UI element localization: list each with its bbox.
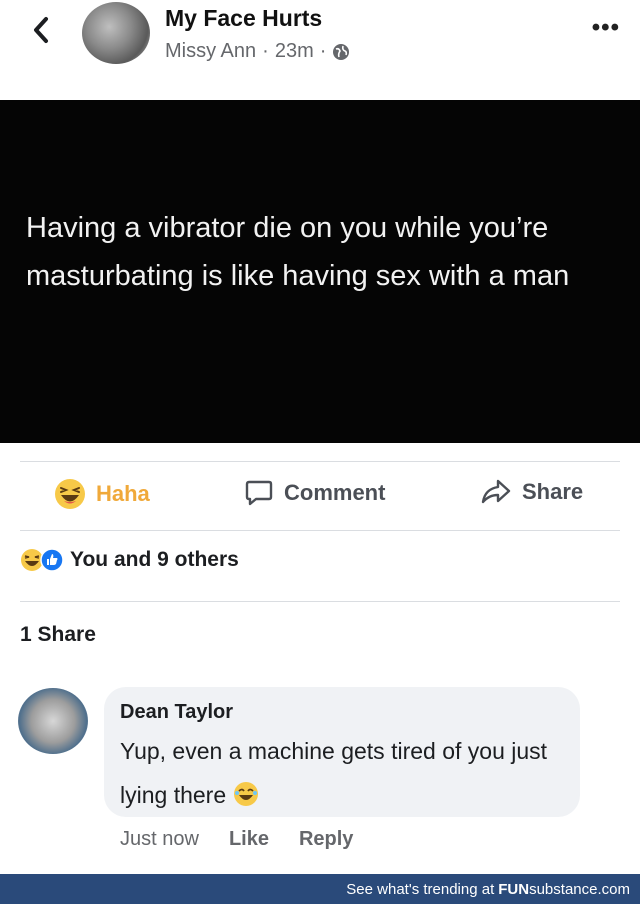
comment-label: Comment: [284, 480, 386, 505]
group-name[interactable]: My Face Hurts: [165, 5, 322, 32]
reactions-text: You and 9 others: [70, 548, 239, 571]
post-text: Having a vibrator die on you while you’r…: [26, 212, 570, 292]
meta-separator: ·: [262, 40, 269, 62]
author-name[interactable]: Missy Ann: [165, 40, 256, 63]
footer-suffix: .com: [597, 880, 630, 898]
share-arrow-icon: [481, 479, 511, 504]
comment-reply-button[interactable]: Reply: [299, 828, 353, 851]
haha-label: Haha: [96, 481, 150, 506]
like-reaction-icon: [40, 548, 64, 572]
comment-body: Yup, even a machine gets tired of you ju…: [120, 738, 548, 808]
footer-prefix: See what's trending at: [346, 880, 495, 898]
comment-like-button[interactable]: Like: [229, 828, 269, 851]
post-time[interactable]: 23m: [275, 40, 314, 63]
footer-brand-light: substance: [529, 880, 598, 898]
back-button[interactable]: [26, 12, 56, 48]
post-image: Having a vibrator die on you while you’r…: [0, 100, 640, 443]
haha-button[interactable]: Haha: [54, 478, 150, 510]
divider: [20, 601, 620, 602]
divider: [20, 530, 620, 531]
post-header: My Face Hurts Missy Ann · 23m · •••: [0, 0, 640, 100]
globe-icon: [333, 43, 350, 60]
comment-bubble: Dean Taylor Yup, even a machine gets tir…: [104, 687, 580, 817]
comment-button[interactable]: Comment: [244, 478, 385, 508]
post-meta: Missy Ann · 23m ·: [165, 40, 350, 63]
reactions-summary[interactable]: You and 9 others: [20, 548, 239, 572]
divider: [20, 461, 620, 462]
comment-meta: Just now Like Reply: [120, 828, 353, 851]
footer-brand-bold: FUN: [498, 880, 530, 898]
commenter-avatar[interactable]: [18, 688, 88, 754]
reaction-icons: [20, 548, 64, 572]
share-button[interactable]: Share: [480, 478, 583, 506]
commenter-name[interactable]: Dean Taylor: [120, 701, 233, 724]
action-bar: Haha Comment Share: [0, 468, 640, 526]
more-options-button[interactable]: •••: [592, 14, 620, 42]
comment-time[interactable]: Just now: [120, 828, 199, 851]
group-avatar[interactable]: [82, 2, 150, 64]
meta-separator: ·: [319, 40, 327, 62]
laughing-emoji-icon: [233, 782, 258, 806]
chevron-left-icon: [34, 17, 48, 43]
comment-text: Yup, even a machine gets tired of you ju…: [120, 729, 570, 817]
watermark-footer: See what's trending at FUNsubstance.com: [0, 874, 640, 904]
share-label: Share: [522, 479, 584, 504]
share-count[interactable]: 1 Share: [20, 623, 96, 647]
haha-emoji-icon: [55, 479, 85, 509]
footer-brand[interactable]: FUNsubstance.com: [498, 881, 630, 898]
comment-icon: [245, 480, 273, 506]
